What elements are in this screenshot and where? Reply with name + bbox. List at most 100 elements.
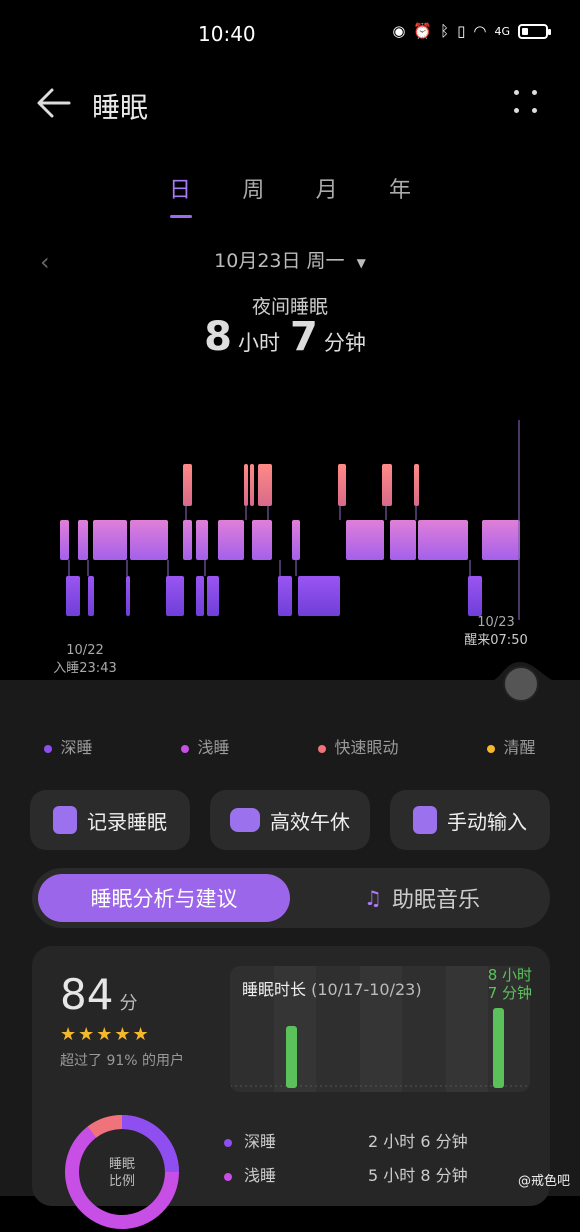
chart-scrub-handle[interactable]	[503, 666, 539, 702]
status-icons: ◉ ⏰ ᛒ ▯ ◠ 4G	[392, 22, 551, 40]
legend-label: 快速眼动	[334, 738, 399, 757]
sleep-score: 84 分	[60, 970, 137, 1019]
more-menu-icon[interactable]	[514, 90, 540, 116]
weekly-bar	[493, 1008, 504, 1088]
network-label: 4G	[494, 24, 510, 38]
legend-dot	[318, 744, 327, 753]
stage-deep	[278, 576, 292, 616]
stage-rem	[183, 464, 192, 506]
ratio-label: 浅睡	[244, 1166, 277, 1185]
weekly-title-text: 睡眠时长	[242, 980, 307, 999]
legend-dot	[181, 744, 190, 753]
tab-day[interactable]: 日	[150, 172, 210, 218]
score-unit: 分	[119, 993, 138, 1014]
stage-deep	[298, 576, 340, 616]
ratio-dot	[224, 1172, 232, 1181]
period-tabs: 日 周 月 年	[150, 172, 430, 218]
wake-date: 10/23	[477, 615, 515, 630]
stage-deep	[88, 576, 94, 616]
stage-rem	[414, 464, 419, 506]
legend-dot	[44, 744, 53, 753]
stage-deep	[468, 576, 482, 616]
legend-rem: 快速眼动	[318, 734, 399, 758]
wake-time: 醒来07:50	[464, 633, 528, 648]
stage-deep	[66, 576, 80, 616]
tab-sleep-music[interactable]: ♫ 助眠音乐	[302, 874, 542, 922]
tab-week[interactable]: 周	[223, 172, 283, 204]
donut-center-label: 睡眠 比例	[92, 1156, 152, 1190]
ratio-value: 5 小时 8 分钟	[368, 1166, 468, 1185]
stage-legend: 深睡 浅睡 快速眼动 清醒	[0, 734, 580, 758]
stage-light	[93, 520, 127, 560]
sleep-start-date: 10/22	[66, 643, 104, 658]
stage-deep	[126, 576, 130, 616]
manual-input-label: 手动输入	[447, 809, 527, 834]
alarm-icon: ⏰	[413, 22, 433, 40]
nap-zz-icon	[230, 808, 260, 832]
wifi-icon: ◠	[473, 22, 487, 40]
music-note-icon: ♫	[364, 886, 382, 910]
hours-value: 8	[204, 314, 232, 360]
minutes-value: 7	[290, 314, 318, 360]
weekly-value: 8 小时 7 分钟	[472, 966, 532, 1002]
back-arrow-icon[interactable]	[36, 86, 72, 120]
stage-light	[218, 520, 244, 560]
stage-rem	[258, 464, 272, 506]
tab-month[interactable]: 月	[297, 172, 357, 204]
tab-analysis[interactable]: 睡眠分析与建议	[38, 874, 290, 922]
ratio-value: 2 小时 6 分钟	[368, 1132, 468, 1151]
sleep-music-label: 助眠音乐	[391, 888, 480, 913]
stage-light	[292, 520, 300, 560]
record-sleep-button[interactable]: 记录睡眠	[30, 790, 190, 850]
bluetooth-icon: ᛒ	[440, 22, 450, 40]
edit-note-icon	[413, 806, 437, 834]
legend-dot	[487, 744, 496, 753]
tab-year[interactable]: 年	[370, 172, 430, 204]
stage-light	[418, 520, 468, 560]
legend-awake: 清醒	[487, 734, 536, 758]
manual-input-button[interactable]: 手动输入	[390, 790, 550, 850]
stage-deep	[207, 576, 219, 616]
watermark: @戒色吧	[517, 1174, 570, 1189]
weekly-chart-title: 睡眠时长 (10/17-10/23)	[242, 976, 422, 1000]
stage-light	[183, 520, 192, 560]
battery-level	[522, 27, 528, 35]
panel-edge	[0, 662, 580, 700]
stage-deep	[166, 576, 184, 616]
stage-rem	[244, 464, 248, 506]
weekly-value-hours: 8 小时	[487, 966, 532, 984]
battery-icon	[518, 23, 551, 39]
page-title: 睡眠	[92, 91, 149, 124]
ratio-row-light: 浅睡 5 小时 8 分钟	[224, 1162, 468, 1186]
date-selector[interactable]: 10月23日 周一 ▼	[0, 246, 580, 273]
legend-label: 清醒	[503, 738, 536, 757]
percentile-text: 超过了 91% 的用户	[60, 1053, 185, 1069]
analysis-music-switch: 睡眠分析与建议 ♫ 助眠音乐	[32, 868, 550, 928]
legend-label: 浅睡	[197, 738, 230, 757]
weekly-range: (10/17-10/23)	[311, 980, 422, 999]
legend-deep: 深睡	[44, 734, 93, 758]
stage-deep	[196, 576, 204, 616]
wake-label: 10/23 醒来07:50	[450, 614, 542, 650]
donut-label-line2: 比例	[108, 1174, 135, 1189]
stage-light	[130, 520, 168, 560]
ratio-dot	[224, 1138, 232, 1147]
eye-icon: ◉	[392, 22, 406, 40]
ratio-label: 深睡	[244, 1132, 277, 1151]
caret-down-icon: ▼	[356, 256, 366, 270]
donut-label-line1: 睡眠	[108, 1157, 135, 1172]
stage-rem	[382, 464, 392, 506]
nap-button[interactable]: 高效午休	[210, 790, 370, 850]
stage-light	[78, 520, 88, 560]
vibrate-icon: ▯	[457, 22, 466, 40]
stage-light	[252, 520, 272, 560]
nap-label: 高效午休	[270, 809, 350, 834]
score-value: 84	[60, 970, 114, 1019]
weekly-value-minutes: 7 分钟	[487, 984, 532, 1002]
date-text: 10月23日 周一	[214, 250, 345, 272]
status-time: 10:40	[198, 22, 256, 46]
minutes-unit: 分钟	[323, 331, 366, 355]
stage-light	[482, 520, 520, 560]
hours-unit: 小时	[238, 331, 280, 355]
phone-moon-icon	[53, 806, 77, 834]
